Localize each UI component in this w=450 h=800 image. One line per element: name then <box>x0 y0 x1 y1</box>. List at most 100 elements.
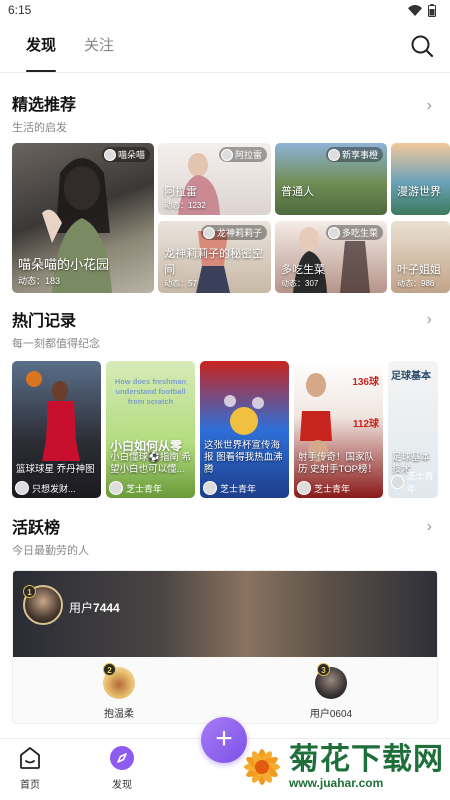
pick-card[interactable]: 漫游世界 <box>391 143 450 215</box>
tab-discover[interactable]: 发现 <box>26 20 57 72</box>
pick-card[interactable]: 喵朵喵 喵朵喵的小花园 动态：183 <box>12 143 154 293</box>
pick-caption: 多吃生菜 <box>281 264 325 276</box>
author-avatar <box>327 226 340 239</box>
pick-count: 动态：1232 <box>164 201 206 210</box>
pick-author-tag: 阿拉雷 <box>218 147 267 162</box>
hot-section-header: 热门记录 每一刻都值得纪念 › <box>0 293 450 351</box>
nav-home[interactable]: 首页 <box>5 745 55 791</box>
pick-count: 动态：986 <box>397 279 435 288</box>
hot-author: 芝士青年 <box>109 481 162 495</box>
author-name: 只想发财... <box>32 483 76 494</box>
author-avatar <box>391 475 404 489</box>
pick-card[interactable]: 多吃生菜 多吃生菜 动态：307 <box>275 221 387 293</box>
active-subtitle: 今日最勤劳的人 <box>12 545 89 557</box>
worldcup-poster-image <box>224 395 264 435</box>
hot-card[interactable]: How does freshman understand football fr… <box>106 361 195 498</box>
rank-badge: 2 <box>103 663 116 676</box>
author-avatar <box>203 481 217 495</box>
active-title: 活跃榜 <box>12 520 61 537</box>
active-section-header: 活跃榜 今日最勤劳的人 › <box>0 498 450 558</box>
author-name: 芝士青年 <box>126 483 163 494</box>
name-prefix: 用户 <box>69 601 94 615</box>
pick-caption: 叶子姐姐 <box>397 264 441 276</box>
pick-author-tag: 龙神莉莉子 <box>200 225 267 240</box>
wifi-icon <box>408 4 422 16</box>
author-avatar <box>15 481 29 495</box>
hot-subtitle: 每一刻都值得纪念 <box>12 338 100 350</box>
rank-name: 用户0604 <box>309 709 353 720</box>
rank-second[interactable]: 2 抱温柔 <box>13 657 225 723</box>
watermark-text: 菊花下载网 www.juahar.com <box>289 743 444 791</box>
pick-author-tag: 多吃生菜 <box>325 225 383 240</box>
name-number: 7444 <box>93 601 120 615</box>
compass-icon <box>110 746 134 770</box>
hot-author: 芝士青年 <box>391 469 438 495</box>
hot-caption: 篮球球星 乔丹神图 <box>16 464 95 475</box>
hot-card[interactable]: 足球基本 足球基本 技术 芝士青年 <box>388 361 438 498</box>
author-name: 龙神莉莉子 <box>216 228 262 238</box>
pick-author-tag: 新享事橙 <box>325 147 383 162</box>
rank-badge: 3 <box>317 663 330 676</box>
pick-count: 动态：57 <box>164 279 197 288</box>
pick-caption: 普通人 <box>281 186 314 198</box>
nav-discover[interactable]: 发现 <box>97 745 147 791</box>
hot-overlay-text: How does freshman understand football fr… <box>114 377 187 406</box>
status-time: 6:15 <box>8 3 32 17</box>
picks-more-chevron-icon[interactable]: › <box>427 97 432 115</box>
pick-card[interactable]: 叶子姐姐 动态：986 <box>391 221 450 293</box>
rank-others: 2 抱温柔 3 用户0604 <box>13 657 437 723</box>
active-more-chevron-icon[interactable]: › <box>427 518 432 536</box>
rank-badge: 1 <box>23 585 36 598</box>
nav-home-label: 首页 <box>20 780 40 791</box>
hot-card[interactable]: 136球 112球 射手传奇！国家队历 史射手TOP榜！ 芝士青年 <box>294 361 383 498</box>
pick-card[interactable]: 龙神莉莉子 龙神莉莉子的秘密空间 动态：57 <box>158 221 271 293</box>
hot-title: 热门记录 <box>12 313 77 330</box>
pick-card[interactable]: 阿拉雷 阿拉雷 动态：1232 <box>158 143 271 215</box>
hot-more-chevron-icon[interactable]: › <box>427 311 432 329</box>
author-name: 芝士青年 <box>406 471 434 494</box>
author-avatar <box>109 481 123 495</box>
picks-subtitle: 生活的启发 <box>12 122 67 134</box>
nav-discover-label: 发现 <box>112 780 132 791</box>
author-name: 芝士青年 <box>220 483 257 494</box>
watermark-title: 菊花下载网 <box>289 743 444 776</box>
flower-logo-icon <box>244 749 280 785</box>
pick-card[interactable]: 新享事橙 普通人 <box>275 143 387 215</box>
status-bar: 6:15 <box>0 0 450 20</box>
author-name: 芝士青年 <box>314 483 351 494</box>
hot-big-text: 足球基本 <box>391 371 431 382</box>
author-name: 阿拉雷 <box>234 150 262 160</box>
search-icon[interactable] <box>410 34 434 58</box>
hot-caption: 射手传奇！国家队历 史射手TOP榜！ <box>298 452 377 475</box>
hot-caption: 小白懂球⚽指南 希望小白也可以懂... <box>110 452 191 475</box>
pick-caption: 龙神莉莉子的秘密空间 <box>164 248 263 276</box>
author-avatar <box>103 148 116 161</box>
active-ranking: 1 用户7444 2 抱温柔 3 用户0604 <box>12 570 438 724</box>
hot-list: 篮球球星 乔丹神图 只想发财... How does freshman unde… <box>12 361 450 498</box>
author-name: 多吃生菜 <box>341 228 378 238</box>
bottom-nav: 首页 发现 + 菊花下载网 www.juahar.com <box>0 717 450 800</box>
hot-card[interactable]: 这张世界杯宣传海报 图看得我热血沸腾 芝士青年 <box>200 361 289 498</box>
pick-caption: 喵朵喵的小花园 <box>18 257 110 272</box>
top-navigation: 发现 关注 <box>0 20 450 72</box>
hot-author: 芝士青年 <box>297 481 350 495</box>
home-icon <box>20 747 40 769</box>
rank-first[interactable]: 1 用户7444 <box>13 571 437 657</box>
pick-count: 动态：183 <box>18 276 61 286</box>
rank-third[interactable]: 3 用户0604 <box>225 657 437 723</box>
author-avatar <box>297 481 311 495</box>
rank-first-name: 用户7444 <box>69 599 120 616</box>
status-icons <box>408 3 436 17</box>
tab-follow[interactable]: 关注 <box>84 20 114 72</box>
author-name: 新享事橙 <box>341 150 378 160</box>
football-stars-image <box>300 373 332 462</box>
basketball-player-image <box>26 371 80 461</box>
hot-card[interactable]: 篮球球星 乔丹神图 只想发财... <box>12 361 101 498</box>
hot-author: 芝士青年 <box>203 481 256 495</box>
battery-icon <box>428 3 436 17</box>
author-avatar <box>327 148 340 161</box>
author-name: 喵朵喵 <box>117 150 145 160</box>
picks-grid: 喵朵喵 喵朵喵的小花园 动态：183 阿拉雷 阿拉雷 动态：1232 新享事橙 … <box>12 143 450 293</box>
pick-caption: 阿拉雷 <box>164 186 197 198</box>
pick-author-tag: 喵朵喵 <box>101 147 150 162</box>
